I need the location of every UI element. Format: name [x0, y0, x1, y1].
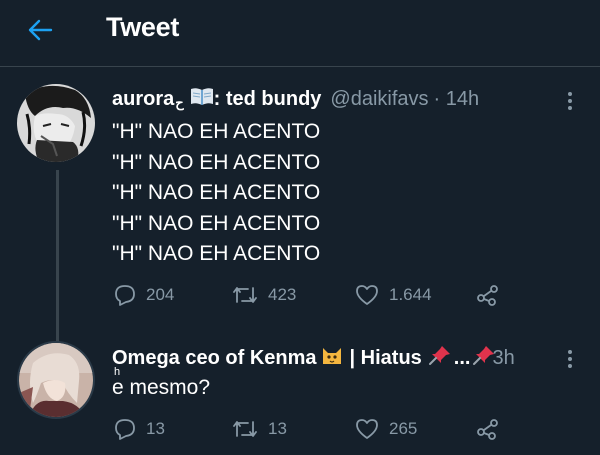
reply-share-button[interactable] — [476, 418, 510, 440]
name-symbol: ح — [175, 95, 184, 110]
top-bar: Tweet — [0, 0, 600, 67]
reply-retweet-count: 13 — [268, 419, 287, 438]
reply-reply-count: 13 — [146, 419, 165, 438]
reply-avatar-image — [19, 343, 93, 417]
more-vertical-icon — [568, 92, 572, 110]
reply-time[interactable]: 3h — [492, 347, 514, 370]
tweet-line: "H" NAO EH ACENTO — [112, 211, 321, 235]
heart-icon — [356, 419, 378, 439]
reply-actions: 13 13 265 — [112, 418, 512, 446]
page-title: Tweet — [106, 12, 180, 42]
thread-line — [56, 170, 59, 342]
avatar[interactable] — [17, 84, 95, 162]
more-vertical-icon — [568, 350, 572, 368]
tweet-text: "H" NAO EH ACENTO "H" NAO EH ACENTO "H" … — [112, 117, 320, 270]
comment-icon — [115, 419, 135, 440]
cat-emoji-icon — [320, 344, 344, 372]
avatar-image — [17, 84, 95, 162]
reply-reply-button[interactable]: 13 — [114, 418, 165, 440]
reply-author-name-suffix: | Hiatus — [349, 346, 422, 369]
tweet-line: "H" NAO EH ACENTO — [112, 242, 321, 265]
retweet-count: 423 — [268, 285, 297, 304]
retweet-icon — [233, 421, 257, 437]
arrow-left-icon — [28, 19, 53, 41]
reply-more-options-button[interactable] — [560, 344, 580, 374]
like-button[interactable]: 1.644 — [355, 284, 432, 306]
reply-avatar[interactable] — [17, 341, 95, 419]
pushpin-emoji-icon — [428, 344, 452, 372]
tweet-detail-screen: Tweet aurora ح : ted bundy @daikifavs · … — [0, 0, 600, 455]
reply-count: 204 — [146, 285, 175, 304]
reply-like-button[interactable]: 265 — [355, 418, 417, 440]
share-icon — [477, 285, 498, 306]
retweet-button[interactable]: 423 — [232, 284, 296, 306]
back-button[interactable] — [20, 12, 60, 48]
share-icon — [477, 419, 498, 440]
reply-button[interactable]: 204 — [114, 284, 174, 306]
author-name[interactable]: aurora — [112, 88, 174, 111]
tweet-line: "H" NAO EH ACENTO — [112, 150, 321, 174]
heart-icon — [356, 285, 378, 305]
share-button[interactable] — [476, 284, 510, 306]
more-options-button[interactable] — [560, 86, 580, 116]
tweet-line: "H" NAO EH ACENTO — [112, 181, 321, 204]
tweet-time[interactable]: · 14h — [434, 88, 480, 111]
reply-author-name[interactable]: Omega ceo of Kenma — [112, 347, 317, 370]
tweet-author-line: aurora ح : ted bundy @daikifavs · 14h — [112, 86, 479, 112]
reply-retweet-button[interactable]: 13 — [232, 418, 287, 440]
tweet-actions: 204 423 1.644 — [112, 284, 512, 312]
reply-author-line: Omega ceo of Kenma | Hiatus ... 3h — [112, 344, 515, 372]
comment-icon — [115, 285, 135, 306]
reply-like-count: 265 — [389, 419, 418, 438]
book-emoji-icon — [190, 86, 214, 112]
author-name-suffix: : ted bundy — [213, 87, 322, 110]
reply-name-ellipsis: ... — [453, 346, 471, 369]
like-count: 1.644 — [389, 285, 432, 304]
tweet-line: "H" NAO EH ACENTO — [112, 120, 321, 143]
reply-text: e mesmo? — [112, 376, 211, 399]
author-handle[interactable]: @daikifavs — [330, 88, 428, 111]
retweet-icon — [233, 287, 257, 303]
